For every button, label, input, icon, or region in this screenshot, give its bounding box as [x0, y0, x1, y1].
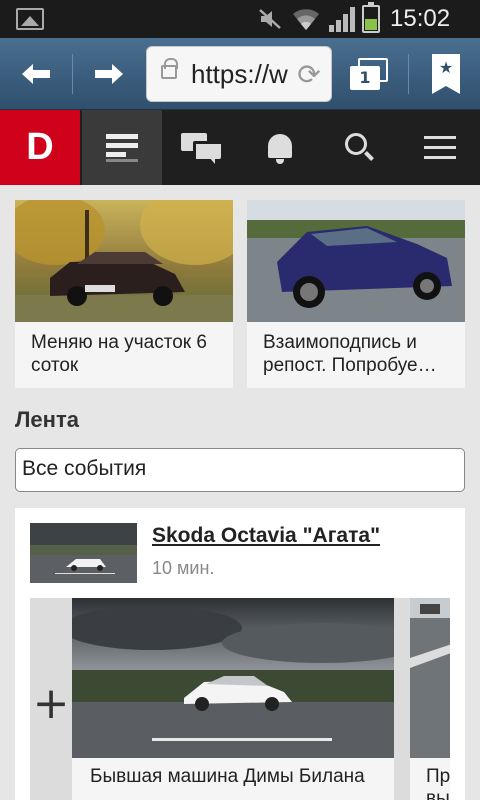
photo-caption: Пр вы: [426, 766, 450, 800]
tab-count: 1: [350, 66, 380, 90]
url-field[interactable]: https://w ⟳: [146, 46, 332, 102]
nav-messages[interactable]: [161, 110, 241, 185]
signal-icon: [329, 7, 355, 32]
post-time: 10 мин.: [152, 558, 215, 578]
promo-card[interactable]: Меняю на участок 6 соток: [15, 200, 233, 388]
feed-post: Skoda Octavia "Агата" 10 мин. + Бывшая м…: [15, 508, 465, 800]
search-icon: [345, 132, 375, 163]
chat-icon: [181, 132, 221, 164]
promo-card[interactable]: Взаимоподпись и репост. Попробуе…: [247, 200, 465, 388]
photo-card[interactable]: Бывшая машина Димы Билана: [72, 598, 394, 800]
lock-icon: [161, 58, 178, 79]
tabs-button[interactable]: 1: [350, 58, 388, 90]
photo-image: [410, 598, 450, 758]
card-image: [247, 200, 465, 322]
wifi-icon: [293, 9, 319, 31]
nav-notifications[interactable]: [240, 110, 320, 185]
url-text: https://w: [191, 59, 288, 89]
gallery-icon: [16, 8, 44, 30]
card-title: Взаимоподпись и репост. Попробуе…: [263, 332, 437, 376]
section-title: Лента: [15, 407, 79, 432]
nav-feed[interactable]: [82, 110, 162, 185]
event-filter-select[interactable]: Все события: [15, 448, 465, 492]
nav-menu[interactable]: [400, 110, 480, 185]
forward-button[interactable]: [73, 38, 145, 110]
page-content: Меняю на участок 6 соток Взаимоподпись и…: [0, 185, 480, 800]
site-logo[interactable]: D: [0, 110, 80, 185]
battery-icon: [362, 2, 380, 33]
add-photo-button[interactable]: +: [30, 598, 72, 800]
status-bar: 15:02: [0, 0, 480, 38]
clock: 15:02: [390, 5, 451, 32]
reload-icon[interactable]: ⟳: [293, 59, 325, 91]
forward-arrow-icon: [95, 64, 123, 84]
post-title-link[interactable]: Skoda Octavia "Агата": [152, 524, 380, 548]
post-thumbnail[interactable]: [30, 523, 137, 583]
mute-icon: [259, 9, 281, 29]
bookmark-star-icon[interactable]: ★: [432, 54, 460, 94]
photo-strip: + Бывшая машина Димы Билана Пр вы: [30, 598, 450, 800]
back-button[interactable]: [0, 38, 72, 110]
card-title: Меняю на участок 6 соток: [31, 332, 207, 376]
card-image: [15, 200, 233, 322]
nav-search[interactable]: [320, 110, 400, 185]
photo-caption: Бывшая машина Димы Билана: [90, 766, 365, 787]
photo-image: [72, 598, 394, 758]
back-arrow-icon: [22, 64, 50, 84]
browser-toolbar: https://w ⟳ 1 ★: [0, 38, 480, 110]
app-nav: D: [0, 110, 480, 185]
feed-icon: [106, 133, 138, 162]
menu-icon: [424, 135, 456, 160]
photo-card[interactable]: Пр вы: [410, 598, 450, 800]
bell-icon: [266, 132, 294, 164]
